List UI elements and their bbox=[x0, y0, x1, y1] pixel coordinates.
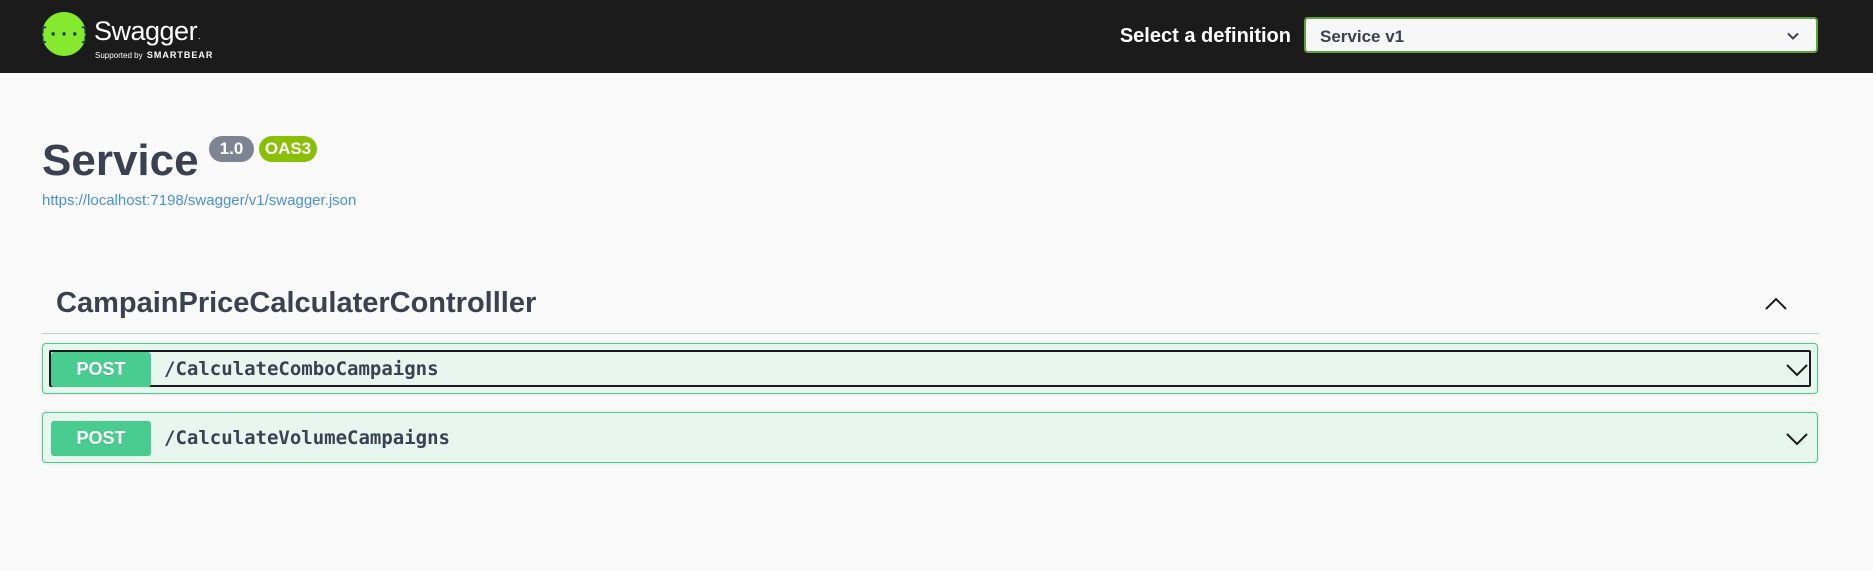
tag-title: CampainPriceCalculaterControlller bbox=[56, 287, 537, 319]
spec-url-link[interactable]: https://localhost:7198/swagger/v1/swagge… bbox=[42, 192, 356, 210]
definition-select-value: Service v1 bbox=[1320, 27, 1405, 46]
chevron-down-icon[interactable] bbox=[1785, 429, 1809, 447]
definition-select[interactable]: Service v1 bbox=[1304, 17, 1818, 53]
topbar: {···} Swagger. Supported by SMARTBEAR Se… bbox=[0, 0, 1873, 73]
logo-wordmark: Swagger. bbox=[94, 16, 201, 46]
api-title: Service bbox=[42, 136, 199, 185]
logo-supported-by: Supported by SMARTBEAR bbox=[95, 50, 214, 60]
svg-text:{···}: {···} bbox=[42, 24, 86, 45]
version-badge: 1.0 bbox=[209, 136, 254, 162]
method-badge: POST bbox=[51, 352, 151, 387]
operation-post-calculate-volume-campaigns[interactable]: POST /CalculateVolumeCampaigns bbox=[42, 412, 1818, 463]
operation-post-calculate-combo-campaigns[interactable]: POST /CalculateComboCampaigns bbox=[42, 343, 1818, 394]
swagger-braces-icon: {···} bbox=[42, 12, 86, 56]
swagger-logo-link[interactable]: {···} Swagger. Supported by SMARTBEAR bbox=[42, 12, 242, 62]
chevron-down-icon[interactable] bbox=[1785, 360, 1809, 378]
chevron-up-icon[interactable] bbox=[1764, 294, 1788, 314]
definition-label: Select a definition bbox=[1119, 25, 1291, 47]
tag-header[interactable]: CampainPriceCalculaterControlller bbox=[42, 276, 1818, 334]
oas-badge: OAS3 bbox=[259, 136, 317, 162]
operation-path: /CalculateComboCampaigns bbox=[164, 358, 439, 380]
chevron-down-icon bbox=[1787, 32, 1799, 40]
method-badge: POST bbox=[51, 421, 151, 456]
operation-path: /CalculateVolumeCampaigns bbox=[164, 427, 450, 449]
